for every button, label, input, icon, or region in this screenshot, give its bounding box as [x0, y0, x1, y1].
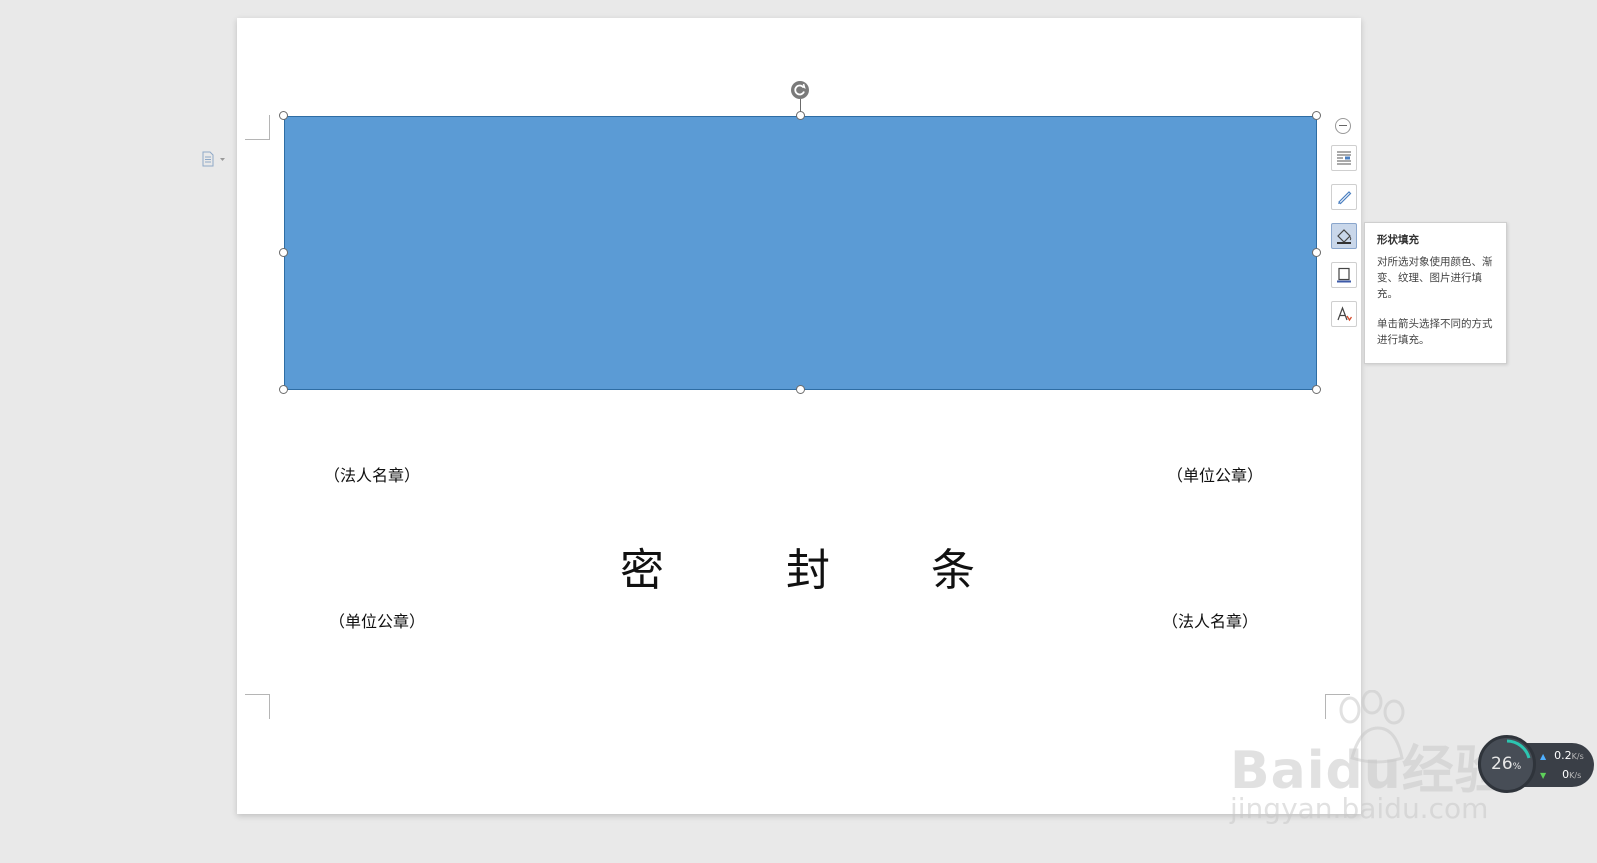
title-char-1: 密	[620, 545, 664, 596]
resize-handle-bottom[interactable]	[796, 385, 805, 394]
shape-outline-icon[interactable]	[1331, 262, 1357, 288]
legal-rep-seal-label-top: （法人名章）	[324, 466, 421, 485]
collapse-icon[interactable]	[1335, 118, 1351, 134]
title-char-2: 封	[786, 545, 830, 596]
crop-mark-bottom-left	[245, 694, 270, 719]
upload-arrow-icon: ▲	[1540, 752, 1547, 761]
resize-handle-top[interactable]	[796, 111, 805, 120]
download-speed: ▼ 0K/s	[1540, 768, 1582, 781]
tooltip-title: 形状填充	[1377, 234, 1419, 246]
resize-handle-top-right[interactable]	[1312, 111, 1321, 120]
selected-rectangle-shape[interactable]	[284, 116, 1317, 390]
network-speed-widget[interactable]: 26% ▲ 0.2K/s ▼ 0K/s	[1478, 735, 1594, 793]
company-seal-label-bottom: （单位公章）	[329, 612, 426, 631]
shape-fill-tooltip: 形状填充 对所选对象使用颜色、渐变、纹理、图片进行填充。 单击箭头选择不同的方式…	[1364, 222, 1507, 364]
tooltip-body-1: 对所选对象使用颜色、渐变、纹理、图片进行填充。	[1377, 256, 1493, 300]
title-char-3: 条	[931, 545, 975, 596]
text-fill-icon[interactable]	[1331, 301, 1357, 327]
download-arrow-icon: ▼	[1540, 771, 1547, 780]
crop-mark-top-left	[245, 115, 270, 140]
shape-style-icon[interactable]	[1331, 184, 1357, 210]
cpu-usage-value: 26%	[1491, 754, 1522, 774]
resize-handle-left[interactable]	[279, 248, 288, 257]
document-options-icon[interactable]	[201, 151, 227, 167]
shape-fill-icon[interactable]	[1331, 223, 1357, 249]
resize-handle-right[interactable]	[1312, 248, 1321, 257]
company-seal-label-top: （单位公章）	[1167, 466, 1264, 485]
tooltip-body-2: 单击箭头选择不同的方式进行填充。	[1377, 318, 1493, 346]
legal-rep-seal-label-bottom: （法人名章）	[1162, 612, 1259, 631]
resize-handle-bottom-right[interactable]	[1312, 385, 1321, 394]
layout-options-icon[interactable]	[1331, 145, 1357, 171]
cpu-usage-gauge: 26%	[1478, 735, 1536, 793]
resize-handle-bottom-left[interactable]	[279, 385, 288, 394]
resize-handle-top-left[interactable]	[279, 111, 288, 120]
upload-speed: ▲ 0.2K/s	[1540, 749, 1584, 762]
rotate-handle-icon[interactable]	[791, 81, 809, 99]
watermark-sub: jingyan.baidu.com	[1230, 792, 1489, 825]
